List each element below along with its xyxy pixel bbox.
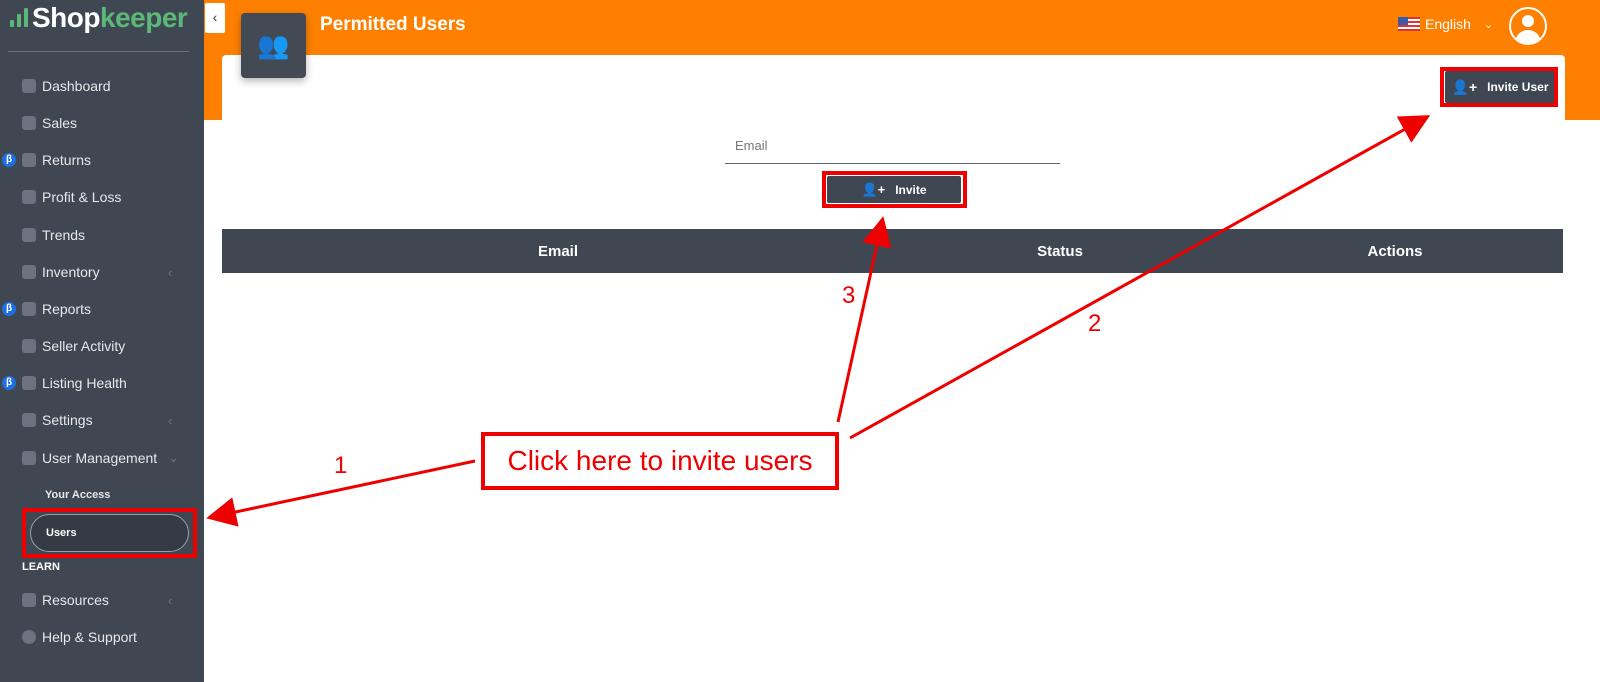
step-number-3: 3 (842, 282, 856, 309)
arrow-2 (849, 115, 1431, 440)
arrow-3 (836, 216, 892, 423)
annotation-arrows (206, 115, 1431, 527)
step-number-2: 2 (1088, 310, 1102, 337)
annotation-callout: Click here to invite users (481, 432, 839, 490)
step-number-1: 1 (334, 452, 348, 479)
